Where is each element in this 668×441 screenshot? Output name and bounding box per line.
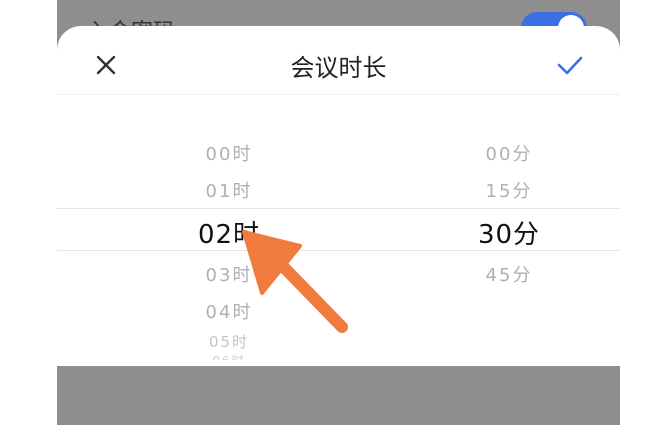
minute-option[interactable]: 00分 bbox=[409, 140, 609, 166]
hour-option-selected[interactable]: 02时 bbox=[129, 214, 329, 251]
duration-picker-sheet: 会议时长 00时 01时 02时 03时 04时 05时 06时 00分 15分… bbox=[57, 26, 620, 366]
minute-option[interactable]: 15分 bbox=[409, 177, 609, 203]
hour-option[interactable]: 00时 bbox=[129, 140, 329, 166]
hour-option[interactable]: 01时 bbox=[129, 177, 329, 203]
minute-option[interactable]: 45分 bbox=[409, 261, 609, 287]
minutes-column[interactable]: 00分 15分 30分 45分 bbox=[409, 26, 609, 366]
hour-option[interactable]: 03时 bbox=[129, 261, 329, 287]
hour-option[interactable]: 04时 bbox=[129, 298, 329, 324]
minute-option-selected[interactable]: 30分 bbox=[409, 214, 609, 251]
hour-option[interactable]: 05时 bbox=[129, 331, 329, 352]
hours-column[interactable]: 00时 01时 02时 03时 04时 05时 06时 bbox=[129, 26, 329, 366]
hour-option[interactable]: 06时 bbox=[129, 352, 329, 360]
